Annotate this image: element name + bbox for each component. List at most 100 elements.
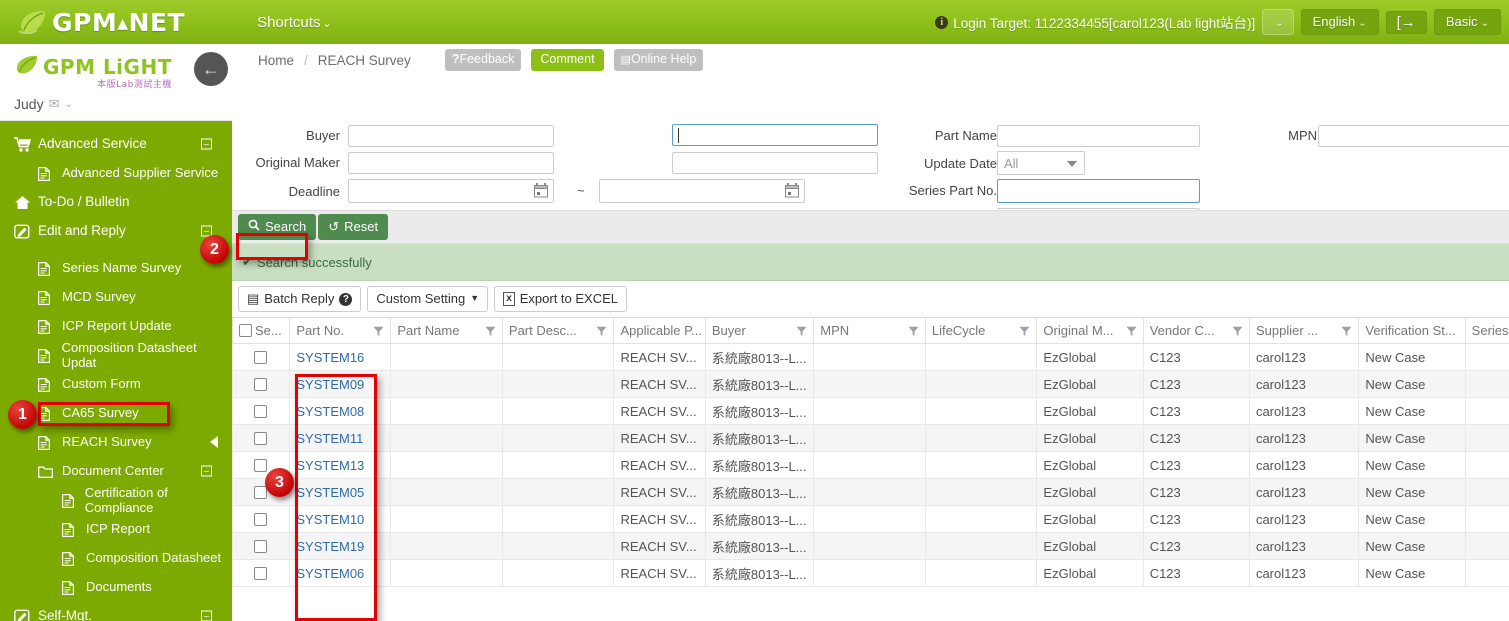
column-header-series-na[interactable]: Series Na... (1464, 317, 1509, 344)
row-select-cell[interactable] (232, 370, 291, 398)
table-row[interactable]: SYSTEM05 REACH SV... 系統廠8013--L... EzGlobal… (232, 478, 1509, 506)
part-name-input[interactable] (997, 125, 1200, 147)
row-select-cell[interactable] (232, 505, 291, 533)
row-select-cell[interactable] (232, 343, 291, 371)
table-row[interactable]: SYSTEM19 REACH SV... 系統廠8013--L... EzGlobal… (232, 532, 1509, 560)
column-header-mpn[interactable]: MPN (813, 317, 926, 344)
sidebar-item-document-center[interactable]: Document Center – (0, 456, 232, 485)
table-row[interactable]: SYSTEM09 REACH SV... 系統廠8013--L... EzGlobal… (232, 370, 1509, 398)
sidebar-item-self-mgt[interactable]: Self-Mgt. – (0, 601, 232, 621)
part-no-link[interactable]: SYSTEM08 (296, 404, 364, 419)
column-header-vendor-c[interactable]: Vendor C... (1142, 317, 1250, 344)
column-header-lifecycle[interactable]: LifeCycle (924, 317, 1038, 344)
table-row[interactable]: SYSTEM06 REACH SV... 系統廠8013--L... EzGlobal… (232, 559, 1509, 587)
sidebar-item-advanced-supplier-service[interactable]: Advanced Supplier Service (0, 158, 232, 187)
mail-icon[interactable]: ✉ (49, 96, 60, 112)
calendar-icon[interactable] (534, 183, 548, 198)
reset-button[interactable]: ↺ Reset (318, 214, 389, 240)
mpn-input[interactable] (1318, 125, 1509, 147)
custom-setting-button[interactable]: Custom Setting ▼ (367, 285, 489, 313)
table-row[interactable]: SYSTEM16 REACH SV... 系統廠8013--L... EzGlobal… (232, 343, 1509, 371)
part-no-link[interactable]: SYSTEM19 (296, 539, 364, 554)
sidebar-item-composition-datasheet[interactable]: Composition Datasheet (0, 543, 232, 572)
row-checkbox[interactable] (254, 377, 268, 391)
shortcuts-menu[interactable]: Shortcuts ⌄ (257, 14, 332, 31)
row-checkbox[interactable] (254, 566, 268, 580)
sidebar-item-icp-report-update[interactable]: ICP Report Update (0, 311, 232, 340)
sidebar-item-series-name-survey[interactable]: Series Name Survey (0, 253, 232, 282)
select-all-checkbox[interactable] (239, 324, 252, 337)
series-name-input[interactable] (672, 152, 878, 174)
row-select-cell[interactable] (232, 532, 291, 560)
part-no-link[interactable]: SYSTEM10 (296, 512, 364, 527)
row-select-cell[interactable] (232, 424, 291, 452)
sidebar-item-icp-report[interactable]: ICP Report (0, 514, 232, 543)
table-row[interactable]: SYSTEM11 REACH SV... 系統廠8013--L... EzGlobal… (232, 424, 1509, 452)
filter-icon[interactable] (596, 325, 607, 336)
column-header-supplier[interactable]: Supplier ... (1248, 317, 1360, 344)
online-help-button[interactable]: ▤Online Help (613, 49, 704, 71)
row-select-cell[interactable] (232, 397, 291, 425)
column-header-part-desc[interactable]: Part Desc... (501, 317, 615, 344)
column-header-se[interactable]: Se... (232, 317, 291, 344)
breadcrumb-home[interactable]: Home (258, 53, 294, 68)
filter-icon[interactable] (1126, 325, 1137, 336)
row-checkbox[interactable] (254, 458, 268, 472)
filter-icon[interactable] (485, 325, 496, 336)
part-no-link[interactable]: SYSTEM09 (296, 377, 364, 392)
sidebar-item-advanced-service[interactable]: Advanced Service – (0, 129, 232, 158)
sidebar-item-reach-survey[interactable]: REACH Survey (0, 427, 232, 456)
table-row[interactable]: SYSTEM08 REACH SV... 系統廠8013--L... EzGlobal… (232, 397, 1509, 425)
sidebar-item-documents[interactable]: Documents (0, 572, 232, 601)
column-header-original-m[interactable]: Original M... (1036, 317, 1144, 344)
part-no-input[interactable] (672, 124, 878, 146)
sidebar-item-custom-form[interactable]: Custom Form (0, 369, 232, 398)
buyer-input[interactable] (348, 125, 554, 147)
logout-button[interactable]: [→ (1385, 10, 1427, 34)
collapse-toggle-icon[interactable]: – (201, 225, 212, 236)
table-row[interactable]: SYSTEM10 REACH SV... 系統廠8013--L... EzGlobal… (232, 505, 1509, 533)
part-no-link[interactable]: SYSTEM11 (296, 431, 363, 446)
row-checkbox[interactable] (254, 404, 268, 418)
sidebar-collapse-button[interactable]: ← (194, 52, 228, 86)
column-header-part-no[interactable]: Part No. (289, 317, 392, 344)
comment-button[interactable]: Comment (531, 49, 604, 71)
sidebar-item-edit-and-reply[interactable]: Edit and Reply – (0, 216, 232, 245)
filter-icon[interactable] (1341, 325, 1352, 336)
row-checkbox[interactable] (254, 539, 268, 553)
language-selector-button[interactable]: English ⌄ (1300, 9, 1379, 35)
sidebar-item-to-do-bulletin[interactable]: To-Do / Bulletin (0, 187, 232, 216)
filter-icon[interactable] (908, 325, 919, 336)
export-to-excel-button[interactable]: x Export to EXCEL (494, 285, 628, 313)
sidebar-item-mcd-survey[interactable]: MCD Survey (0, 282, 232, 311)
row-select-cell[interactable] (232, 559, 291, 587)
row-checkbox[interactable] (254, 512, 268, 526)
column-header-buyer[interactable]: Buyer (704, 317, 815, 344)
user-menu[interactable]: Judy ✉ ⌄ (14, 96, 73, 112)
feedback-button[interactable]: ?Feedback (444, 49, 522, 71)
part-no-link[interactable]: SYSTEM13 (296, 458, 364, 473)
gpm-net-logo[interactable]: GPM▲NET (18, 8, 185, 37)
deadline-from-input[interactable] (348, 179, 554, 203)
collapse-toggle-icon[interactable]: – (201, 465, 212, 476)
column-header-verification-st[interactable]: Verification St... (1358, 317, 1466, 344)
series-part-no-input[interactable] (997, 179, 1200, 203)
table-row[interactable]: SYSTEM13 REACH SV... 系統廠8013--L... EzGlobal… (232, 451, 1509, 479)
search-button[interactable]: Search (238, 214, 317, 240)
update-date-select[interactable]: All (997, 151, 1085, 175)
sidebar-item-certification-of-compliance[interactable]: Certification of Compliance (0, 485, 232, 515)
part-no-link[interactable]: SYSTEM16 (296, 350, 364, 365)
gpm-light-logo[interactable]: GPM LiGHT 本版Lab測試主機 (14, 54, 172, 90)
collapse-toggle-icon[interactable]: – (201, 138, 212, 149)
basic-mode-button[interactable]: Basic ⌄ (1433, 9, 1501, 35)
row-checkbox[interactable] (254, 431, 268, 445)
original-maker-input[interactable] (348, 152, 554, 174)
filter-icon[interactable] (796, 325, 807, 336)
row-checkbox[interactable] (254, 350, 268, 364)
part-no-link[interactable]: SYSTEM05 (296, 485, 364, 500)
calendar-icon[interactable] (785, 183, 799, 198)
login-target-dropdown-button[interactable]: ⌄ (1262, 9, 1294, 35)
filter-icon[interactable] (373, 325, 384, 336)
column-header-applicable-p[interactable]: Applicable P... (613, 317, 706, 344)
filter-icon[interactable] (1019, 325, 1030, 336)
